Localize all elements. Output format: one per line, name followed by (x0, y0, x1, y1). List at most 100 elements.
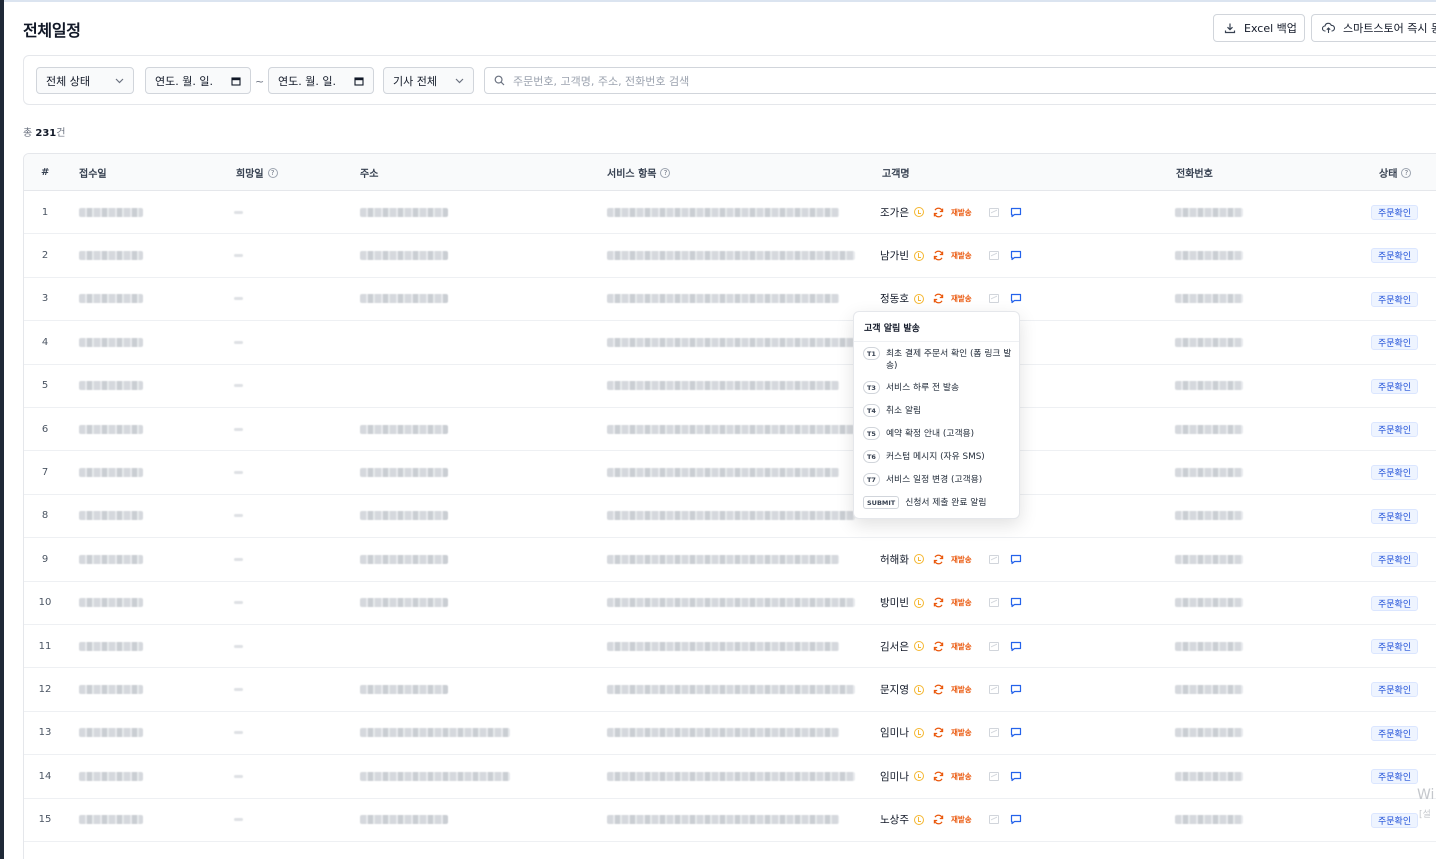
image-icon[interactable] (988, 251, 999, 261)
status-select[interactable]: 전체 상태 (36, 67, 134, 94)
status-badge[interactable]: 주문확인 (1371, 725, 1419, 741)
resend-button[interactable]: 재발송 (951, 554, 972, 565)
table-row[interactable]: 12 문지영 재발송 주문확인 (24, 668, 1436, 712)
table-row[interactable]: 15 노상주 재발송 주문확인 (24, 799, 1436, 842)
customer-name[interactable]: 남가빈 (880, 248, 909, 263)
table-row[interactable]: 10 방미빈 재발송 주문확인 (24, 582, 1436, 625)
refresh-icon[interactable] (933, 684, 944, 695)
customer-name[interactable]: 허해화 (880, 552, 909, 567)
status-badge[interactable]: 주문확인 (1371, 335, 1419, 351)
table-row[interactable]: 9 허해화 재발송 주문확인 (24, 538, 1436, 582)
notification-item-t5[interactable]: T5 예약 확정 안내 (고객용) (863, 427, 1013, 440)
header-customer[interactable]: 고객명 (882, 154, 910, 191)
customer-name[interactable]: 임미나 (880, 725, 909, 740)
status-badge[interactable]: 주문확인 (1371, 378, 1419, 394)
image-icon[interactable] (988, 771, 999, 781)
resend-button[interactable]: 재발송 (951, 641, 972, 652)
image-icon[interactable] (988, 294, 999, 304)
image-icon[interactable] (988, 207, 999, 217)
status-badge[interactable]: 주문확인 (1371, 248, 1419, 264)
refresh-icon[interactable] (933, 554, 944, 565)
message-icon[interactable] (1010, 554, 1022, 565)
header-phone[interactable]: 전화번호 (1176, 154, 1213, 191)
table-row[interactable]: 8 주문확인 (24, 495, 1436, 539)
customer-name[interactable]: 방미빈 (880, 595, 909, 610)
image-icon[interactable] (988, 815, 999, 825)
header-service[interactable]: 서비스 항목? (607, 154, 671, 191)
help-icon[interactable]: ? (267, 167, 278, 178)
table-row[interactable]: 13 임미나 재발송 주문확인 (24, 712, 1436, 756)
search-input[interactable]: 주문번호, 고객명, 주소, 전화번호 검색 (484, 67, 1436, 94)
resend-button[interactable]: 재발송 (951, 727, 972, 738)
date-from-input[interactable]: 연도. 월. 일. (145, 67, 251, 94)
status-badge[interactable]: 주문확인 (1371, 508, 1419, 524)
refresh-icon[interactable] (933, 293, 944, 304)
status-badge[interactable]: 주문확인 (1371, 552, 1419, 568)
table-row[interactable]: 11 김서은 재발송 주문확인 (24, 625, 1436, 669)
status-badge[interactable]: 주문확인 (1371, 465, 1419, 481)
table-row[interactable]: 3 정동호 재발송 주문확인 (24, 278, 1436, 322)
resend-button[interactable]: 재발송 (951, 814, 972, 825)
customer-name[interactable]: 조가은 (880, 205, 909, 220)
table-row[interactable]: 14 임미나 재발송 주문확인 (24, 755, 1436, 799)
image-icon[interactable] (988, 685, 999, 695)
table-row[interactable]: 6 주문확인 (24, 408, 1436, 452)
table-row[interactable]: 5 주문확인 (24, 365, 1436, 408)
status-badge[interactable]: 주문확인 (1371, 812, 1419, 828)
refresh-icon[interactable] (933, 771, 944, 782)
driver-select[interactable]: 기사 전체 (383, 67, 474, 94)
table-row[interactable]: 1 조가은 재발송 주문확인 (24, 191, 1436, 235)
status-badge[interactable]: 주문확인 (1371, 595, 1419, 611)
message-icon[interactable] (1010, 771, 1022, 782)
refresh-icon[interactable] (933, 597, 944, 608)
refresh-icon[interactable] (933, 641, 944, 652)
message-icon[interactable] (1010, 684, 1022, 695)
refresh-icon[interactable] (933, 727, 944, 738)
resend-button[interactable]: 재발송 (951, 684, 972, 695)
image-icon[interactable] (988, 641, 999, 651)
refresh-icon[interactable] (933, 814, 944, 825)
customer-name[interactable]: 김서은 (880, 639, 909, 654)
notification-item-t1[interactable]: T1 최초 결제 주문서 확인 (폼 링크 발송) (863, 347, 1013, 372)
notification-item-t3[interactable]: T3 서비스 하루 전 발송 (863, 381, 1013, 394)
header-received[interactable]: 접수일 (79, 154, 107, 191)
message-icon[interactable] (1010, 727, 1022, 738)
refresh-icon[interactable] (933, 207, 944, 218)
excel-backup-button[interactable]: Excel 백업 (1213, 14, 1305, 42)
message-icon[interactable] (1010, 250, 1022, 261)
notification-item-t6[interactable]: T6 커스텀 메시지 (자유 SMS) (863, 450, 1013, 463)
resend-button[interactable]: 재발송 (951, 597, 972, 608)
resend-button[interactable]: 재발송 (951, 207, 972, 218)
message-icon[interactable] (1010, 293, 1022, 304)
message-icon[interactable] (1010, 814, 1022, 825)
image-icon[interactable] (988, 598, 999, 608)
table-row[interactable]: 2 남가빈 재발송 주문확인 (24, 234, 1436, 278)
notification-item-t4[interactable]: T4 취소 알림 (863, 404, 1013, 417)
smartstore-sync-button[interactable]: 스마트스토어 즉시 동 (1311, 14, 1436, 42)
table-row[interactable]: 4 주문확인 (24, 321, 1436, 365)
help-icon[interactable]: ? (1401, 167, 1412, 178)
status-badge[interactable]: 주문확인 (1371, 682, 1419, 698)
header-address[interactable]: 주소 (360, 154, 378, 191)
status-badge[interactable]: 주문확인 (1371, 422, 1419, 437)
customer-name[interactable]: 문지영 (880, 682, 909, 697)
resend-button[interactable]: 재발송 (951, 771, 972, 782)
date-to-input[interactable]: 연도. 월. 일. (268, 67, 374, 94)
notification-item-submit[interactable]: SUBMIT 신청서 제출 완료 알림 (863, 496, 1013, 509)
message-icon[interactable] (1010, 597, 1022, 608)
notification-item-t7[interactable]: T7 서비스 일정 변경 (고객용) (863, 473, 1013, 486)
image-icon[interactable] (988, 554, 999, 564)
refresh-icon[interactable] (933, 250, 944, 261)
help-icon[interactable]: ? (660, 167, 671, 178)
header-desired[interactable]: 희망일? (236, 154, 278, 191)
image-icon[interactable] (988, 728, 999, 738)
status-badge[interactable]: 주문확인 (1371, 769, 1419, 785)
header-status[interactable]: 상태? (1379, 154, 1412, 191)
message-icon[interactable] (1010, 641, 1022, 652)
message-icon[interactable] (1010, 207, 1022, 218)
status-badge[interactable]: 주문확인 (1371, 205, 1419, 220)
customer-name[interactable]: 임미나 (880, 769, 909, 784)
status-badge[interactable]: 주문확인 (1371, 639, 1419, 654)
customer-name[interactable]: 정동호 (880, 291, 909, 306)
status-badge[interactable]: 주문확인 (1371, 291, 1419, 307)
